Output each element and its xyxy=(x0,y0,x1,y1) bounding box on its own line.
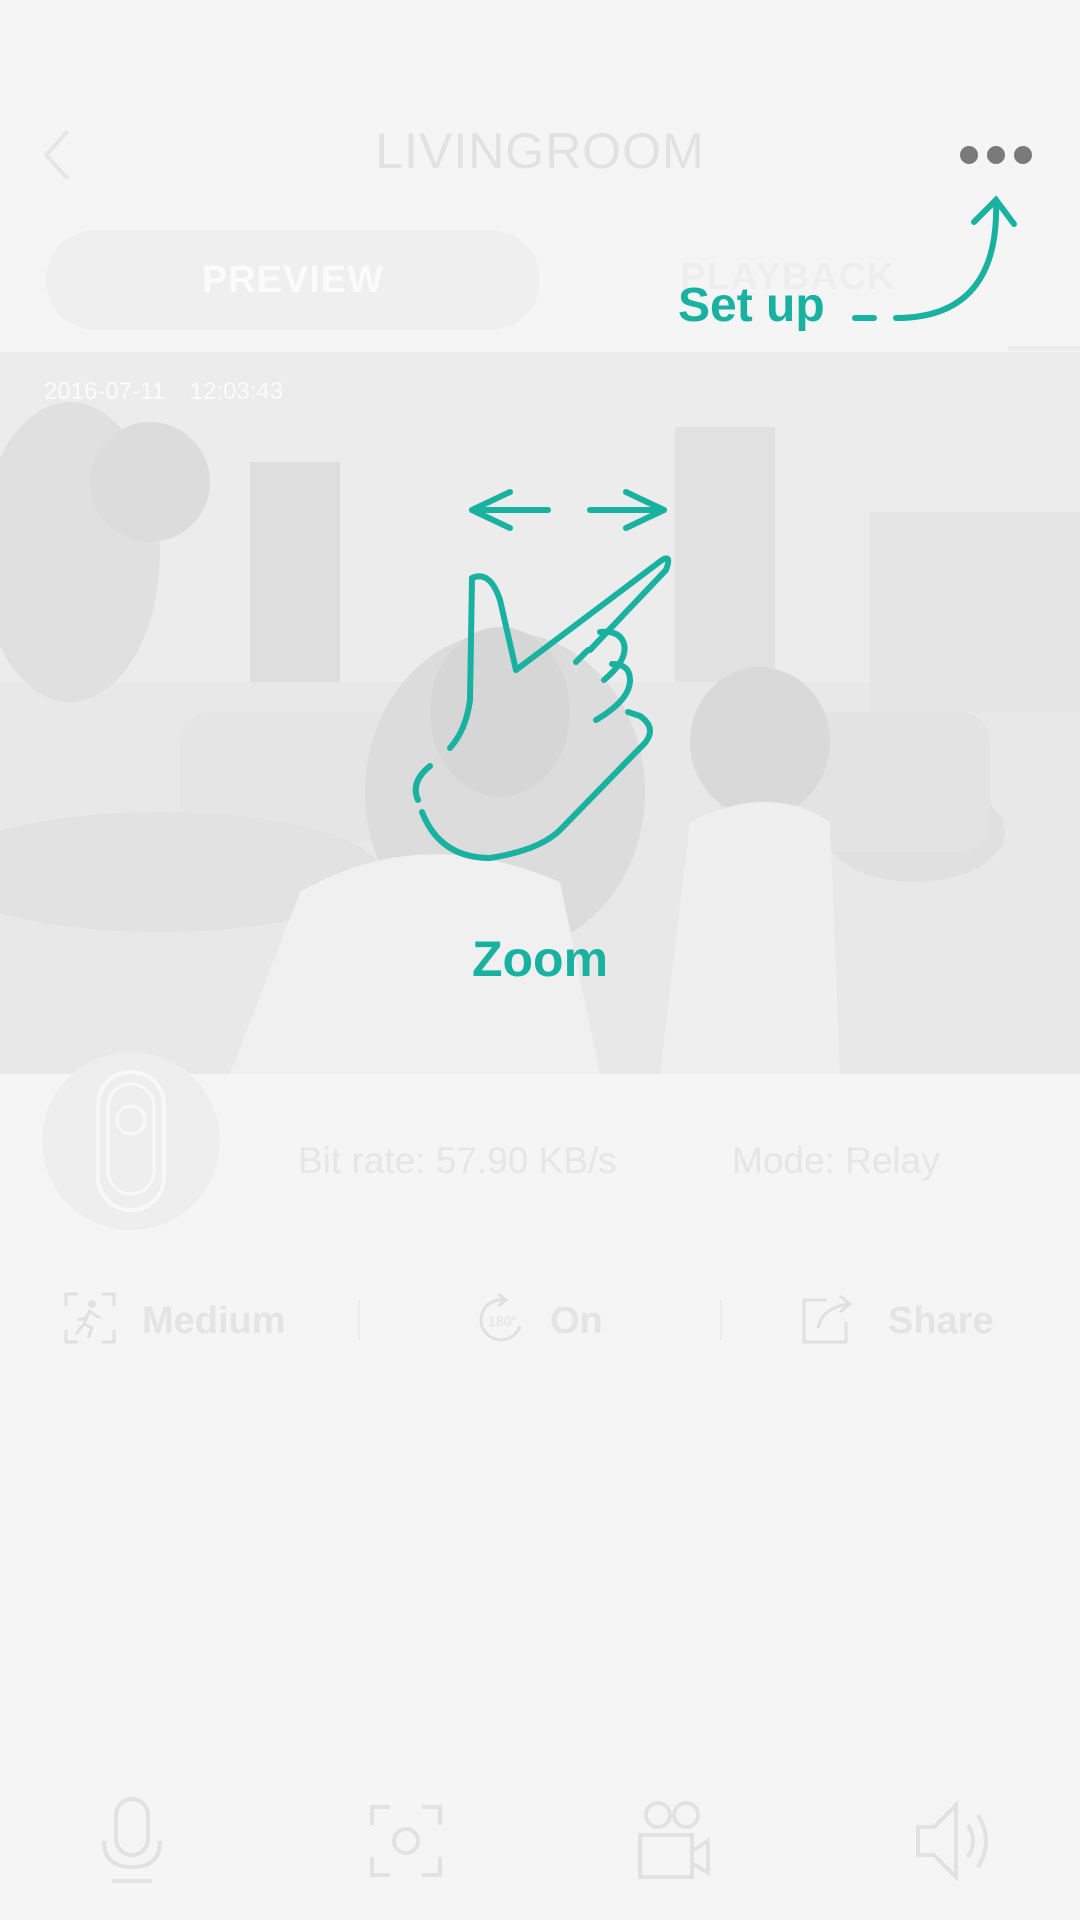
more-button[interactable] xyxy=(960,146,1032,166)
device-avatar[interactable] xyxy=(42,1052,220,1230)
share-icon[interactable] xyxy=(800,1290,858,1346)
share-label[interactable]: Share xyxy=(888,1300,994,1343)
rotation-toggle-label[interactable]: On xyxy=(550,1300,603,1343)
microphone-icon[interactable] xyxy=(92,1795,172,1885)
camera-device-icon xyxy=(96,1070,166,1212)
bitrate-text: Bit rate: 57.90 KB/s xyxy=(298,1140,617,1181)
speaker-icon[interactable] xyxy=(912,1795,992,1885)
page-title: LIVINGROOM xyxy=(375,123,705,179)
zoom-hint-label: Zoom xyxy=(471,931,609,987)
rotate-180-icon[interactable]: 180° xyxy=(474,1290,530,1346)
divider xyxy=(720,1300,722,1340)
motion-detection-icon[interactable] xyxy=(62,1290,118,1346)
more-horizontal-icon xyxy=(960,146,978,164)
video-timestamp: 2016-07-11 12:03:43 xyxy=(44,378,284,405)
tab-preview[interactable]: PREVIEW xyxy=(46,230,540,330)
tab-indicator xyxy=(1008,346,1080,351)
record-icon[interactable] xyxy=(634,1795,714,1885)
snapshot-icon[interactable] xyxy=(366,1795,446,1885)
motion-sensitivity-label[interactable]: Medium xyxy=(142,1300,286,1343)
divider xyxy=(358,1300,360,1340)
connection-mode-text: Mode: Relay xyxy=(732,1140,940,1181)
setup-hint-label: Set up xyxy=(678,279,825,332)
svg-text:180°: 180° xyxy=(488,1313,517,1329)
